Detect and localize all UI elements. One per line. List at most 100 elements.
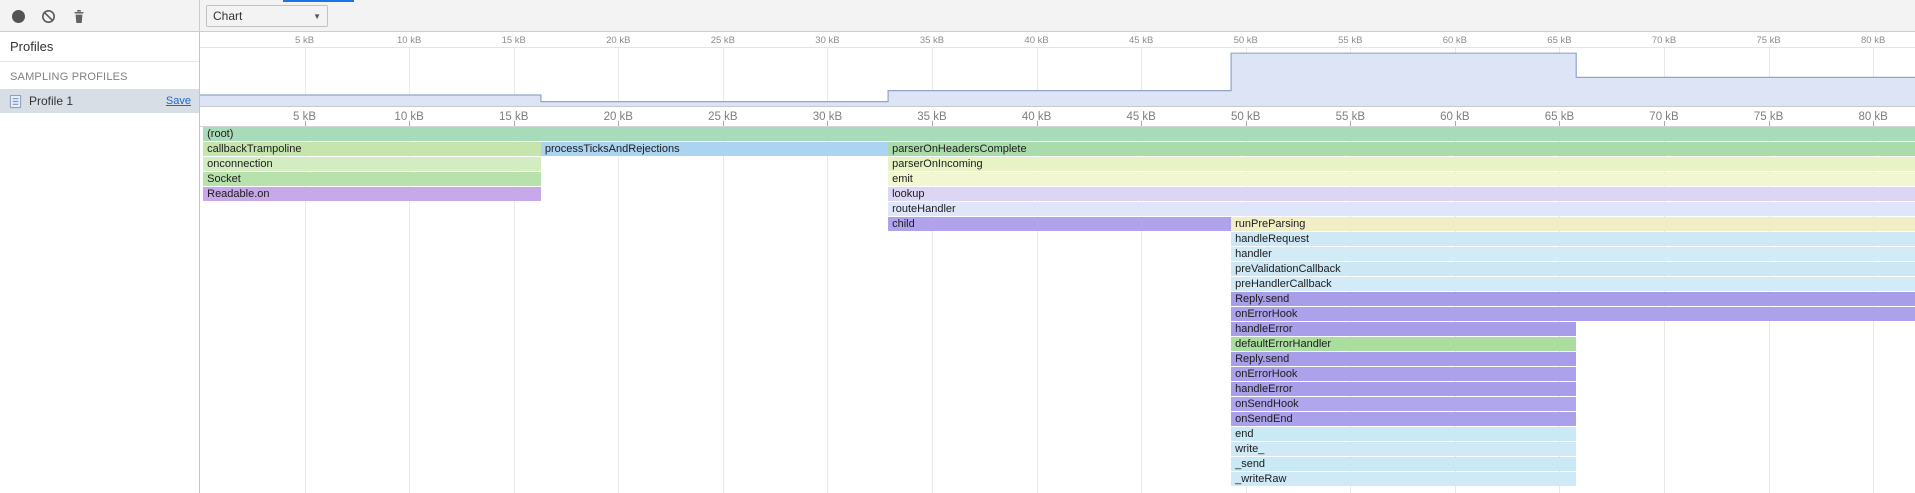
flame-bar[interactable]: _writeRaw <box>1231 472 1576 486</box>
flame-bar[interactable]: runPreParsing <box>1231 217 1915 231</box>
flame-row: _writeRaw <box>200 472 1915 487</box>
axis-tick-mark <box>827 121 828 126</box>
axis-tick-mark <box>1350 121 1351 126</box>
axis-tick-label: 70 kB <box>1652 35 1676 46</box>
axis-tick-mark <box>723 121 724 126</box>
record-button[interactable] <box>5 3 31 29</box>
clear-icon <box>41 9 56 24</box>
flame-chart-panel: 5 kB10 kB15 kB20 kB25 kB30 kB35 kB40 kB4… <box>200 32 1915 493</box>
axis-tick-label: 10 kB <box>397 35 421 46</box>
flame-bar[interactable]: parserOnHeadersComplete <box>888 142 1915 156</box>
flame-bar[interactable]: (root) <box>203 127 1915 141</box>
chart-view-select[interactable]: Chart ▼ <box>206 5 328 27</box>
flame-bar[interactable]: onErrorHook <box>1231 367 1576 381</box>
flame-bar[interactable]: routeHandler <box>888 202 1915 216</box>
flame-bar[interactable]: onconnection <box>203 157 541 171</box>
profile-icon <box>8 94 23 109</box>
flame-bar[interactable]: write_ <box>1231 442 1576 456</box>
allocation-overview[interactable] <box>200 48 1915 107</box>
axis-tick-mark <box>932 121 933 126</box>
flame-row: onErrorHook <box>200 367 1915 382</box>
overview-area-chart[interactable] <box>200 48 1915 106</box>
axis-tick-label: 15 kB <box>502 35 526 46</box>
clear-button[interactable] <box>35 3 61 29</box>
flame-bar[interactable]: onSendEnd <box>1231 412 1576 426</box>
axis-tick-label: 20 kB <box>606 35 630 46</box>
flame-bar[interactable]: onErrorHook <box>1231 307 1915 321</box>
flame-row: (root) <box>200 127 1915 142</box>
axis-tick-label: 40 kB <box>1024 35 1048 46</box>
record-icon <box>12 10 25 23</box>
flame-bar[interactable]: Socket <box>203 172 541 186</box>
flame-bar[interactable]: callbackTrampoline <box>203 142 541 156</box>
flame-ruler: 5 kB10 kB15 kB20 kB25 kB30 kB35 kB40 kB4… <box>200 107 1915 127</box>
axis-tick-label: 55 kB <box>1338 35 1362 46</box>
chevron-down-icon: ▼ <box>313 12 321 21</box>
flame-row: _send <box>200 457 1915 472</box>
flame-row: onconnection parserOnIncoming <box>200 157 1915 172</box>
profiles-header: Profiles <box>0 32 199 62</box>
axis-tick-mark <box>1455 121 1456 126</box>
axis-tick-mark <box>618 121 619 126</box>
axis-tick-mark <box>514 121 515 126</box>
flame-bar[interactable]: lookup <box>888 187 1915 201</box>
flame-row: routeHandler <box>200 202 1915 217</box>
axis-tick-label: 5 kB <box>295 35 314 46</box>
flame-bar[interactable]: end <box>1231 427 1576 441</box>
axis-tick-mark <box>1769 121 1770 126</box>
flame-bar[interactable]: defaultErrorHandler <box>1231 337 1576 351</box>
axis-tick-label: 65 kB <box>1547 35 1571 46</box>
flame-bar[interactable]: parserOnIncoming <box>888 157 1915 171</box>
flame-bar[interactable]: handleError <box>1231 382 1576 396</box>
flame-row: Socket emit <box>200 172 1915 187</box>
flame-bar[interactable]: emit <box>888 172 1915 186</box>
flame-bar[interactable]: Reply.send <box>1231 352 1576 366</box>
flame-row: Reply.send <box>200 352 1915 367</box>
flame-bar[interactable]: preValidationCallback <box>1231 262 1915 276</box>
axis-tick-label: 25 kB <box>711 35 735 46</box>
flame-row: defaultErrorHandler <box>200 337 1915 352</box>
flame-bar[interactable]: handler <box>1231 247 1915 261</box>
flame-row: write_ <box>200 442 1915 457</box>
flame-bar[interactable]: onSendHook <box>1231 397 1576 411</box>
profile-item[interactable]: Profile 1 Save <box>0 89 199 113</box>
toolbar: Chart ▼ <box>0 0 1915 32</box>
axis-tick-mark <box>1559 121 1560 126</box>
flame-row: preValidationCallback <box>200 262 1915 277</box>
flame-row: callbackTrampolineprocessTicksAndRejecti… <box>200 142 1915 157</box>
flame-row: Reply.send <box>200 292 1915 307</box>
overview-fill <box>200 53 1915 106</box>
flame-row: handler <box>200 247 1915 262</box>
flame-bar[interactable]: Reply.send <box>1231 292 1915 306</box>
flame-bar[interactable]: processTicksAndRejections <box>541 142 888 156</box>
flame-bar[interactable]: handleRequest <box>1231 232 1915 246</box>
axis-tick-mark <box>1664 121 1665 126</box>
flame-row: onErrorHook <box>200 307 1915 322</box>
flame-row: end <box>200 427 1915 442</box>
axis-tick-mark <box>1037 121 1038 126</box>
flame-bar[interactable]: _send <box>1231 457 1576 471</box>
tab-accent-line <box>283 0 354 2</box>
flame-bar[interactable]: Readable.on <box>203 187 541 201</box>
axis-tick-label: 80 kB <box>1861 35 1885 46</box>
flame-row: childrunPreParsing <box>200 217 1915 232</box>
flame-bar[interactable]: handleError <box>1231 322 1576 336</box>
delete-profile-button[interactable] <box>66 3 92 29</box>
flame-row: preHandlerCallback <box>200 277 1915 292</box>
axis-tick-label: 35 kB <box>920 35 944 46</box>
flame-chart: (root)callbackTrampolineprocessTicksAndR… <box>200 127 1915 493</box>
flame-bar[interactable]: preHandlerCallback <box>1231 277 1915 291</box>
flame-row: handleRequest <box>200 232 1915 247</box>
flame-row: Readable.on lookup <box>200 187 1915 202</box>
trash-icon <box>72 9 86 24</box>
flame-row: onSendHook <box>200 397 1915 412</box>
flame-bar[interactable]: child <box>888 217 1231 231</box>
axis-tick-mark <box>409 121 410 126</box>
save-link[interactable]: Save <box>166 95 191 107</box>
axis-tick-label: 50 kB <box>1234 35 1258 46</box>
sampling-profiles-section-label: SAMPLING PROFILES <box>0 62 199 89</box>
axis-tick-mark <box>1141 121 1142 126</box>
axis-tick-mark <box>1246 121 1247 126</box>
chart-view-select-value: Chart <box>213 9 242 23</box>
memory-profiler-panel: Chart ▼ Profiles SAMPLING PROFILES Profi… <box>0 0 1915 493</box>
